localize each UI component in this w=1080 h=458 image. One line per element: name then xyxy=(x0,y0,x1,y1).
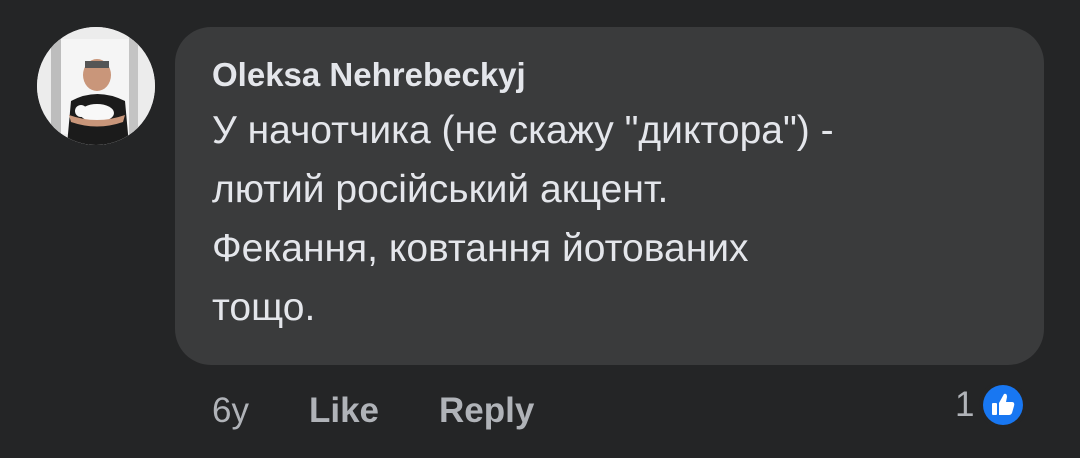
reaction-summary[interactable]: 1 xyxy=(955,380,1028,430)
comment-text: У начотчика (не скажу "диктора") - лютий… xyxy=(212,109,834,329)
comment-author-name[interactable]: Oleksa Nehrebeckyj xyxy=(212,53,1010,97)
comment-timestamp[interactable]: 6y xyxy=(212,391,249,431)
avatar-photo-icon xyxy=(37,27,155,145)
author-avatar[interactable] xyxy=(37,27,155,145)
reply-button[interactable]: Reply xyxy=(439,391,534,431)
thumbs-up-icon xyxy=(979,381,1028,429)
like-button[interactable]: Like xyxy=(309,391,379,431)
comment-bubble: Oleksa Nehrebeckyj У начотчика (не скажу… xyxy=(175,27,1044,365)
reaction-count: 1 xyxy=(955,385,975,424)
comment-actions: 6y Like Reply xyxy=(212,388,534,434)
